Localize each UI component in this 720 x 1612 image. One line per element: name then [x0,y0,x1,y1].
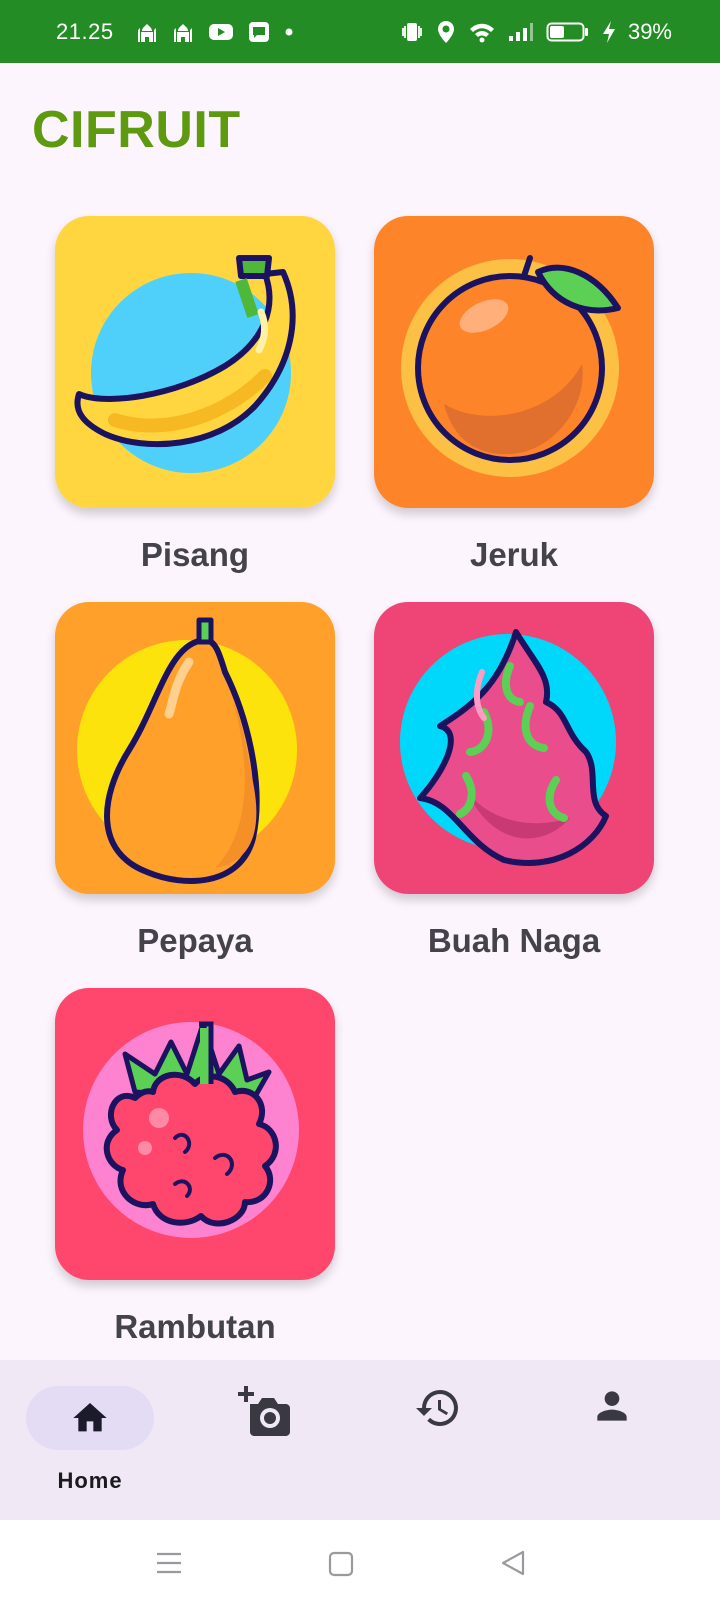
nav-item-scan[interactable] [180,1360,360,1520]
fruit-label: Pepaya [137,922,253,959]
person-icon [597,1391,627,1421]
home-square-icon[interactable] [328,1551,354,1577]
system-navigation-bar [0,1520,720,1612]
fruit-label: Pisang [140,536,250,573]
home-icon [73,1403,107,1432]
nav-item-profile[interactable] [540,1360,720,1520]
fruit-grid: Pisang Jeruk Pepaya Buah Naga Rambutan [0,0,720,1360]
nav-item-home[interactable]: Home [0,1360,180,1520]
fruit-label: Jeruk [469,536,559,573]
back-icon[interactable] [500,1549,526,1577]
orange-image [374,216,654,508]
dragon-fruit-image [374,602,654,894]
fruit-card-pepaya[interactable] [55,602,335,894]
rambutan-image [55,988,335,1280]
fruit-card-buah-naga[interactable] [374,602,654,894]
fruit-card-jeruk[interactable] [374,216,654,508]
history-icon [416,1390,458,1426]
fruit-card-rambutan[interactable] [55,988,335,1280]
papaya-image [55,602,335,894]
banana-image [55,216,335,508]
nav-item-history[interactable] [360,1360,540,1520]
fruit-label: Rambutan [114,1308,276,1345]
fruit-label: Buah Naga [427,922,601,959]
add-photo-icon [238,1386,290,1436]
menu-icon[interactable] [156,1550,182,1576]
nav-label-home: Home [57,1468,123,1493]
fruit-card-pisang[interactable] [55,216,335,508]
bottom-navigation: Home [0,1360,720,1520]
